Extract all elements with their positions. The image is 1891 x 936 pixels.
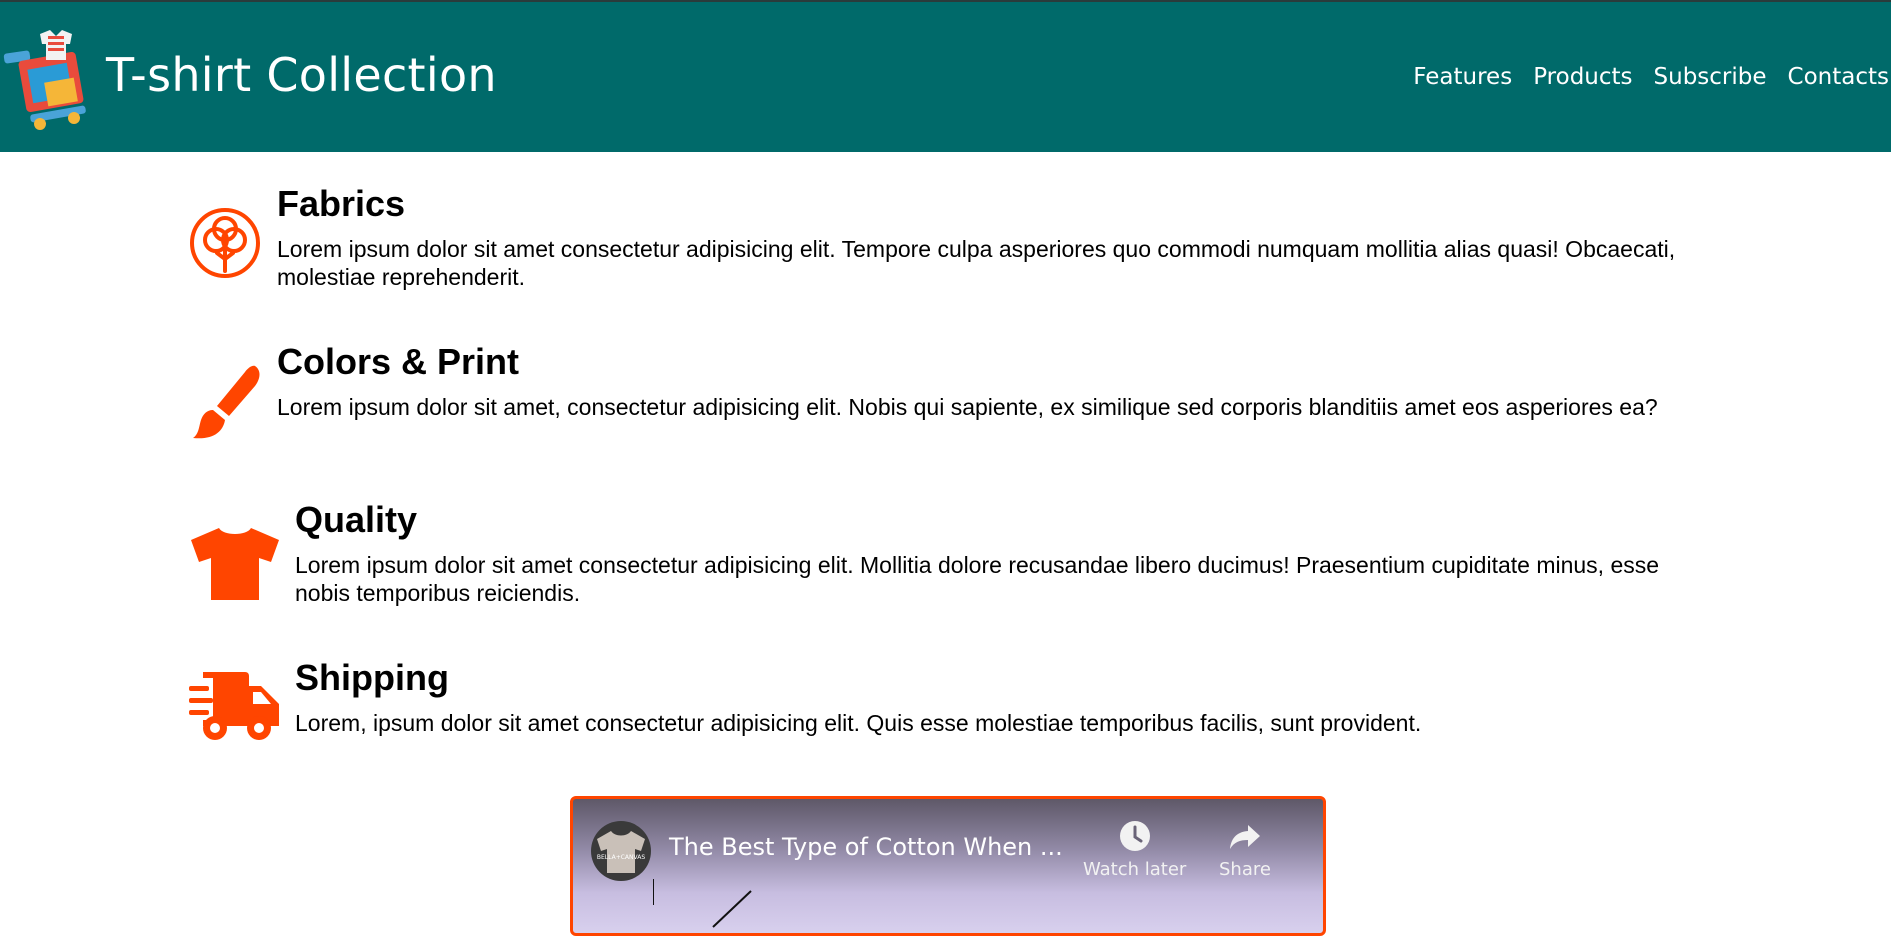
main-nav: Features Products Subscribe Contacts <box>1413 64 1889 90</box>
nav-link-features[interactable]: Features <box>1413 64 1512 90</box>
share-label: Share <box>1219 859 1271 880</box>
feature-title: Colors & Print <box>277 341 520 382</box>
share-button[interactable]: Share <box>1219 819 1271 880</box>
share-icon <box>1229 825 1260 849</box>
feature-description: Lorem ipsum dolor sit amet consectetur a… <box>295 552 1660 606</box>
video-thumbnail-lines <box>653 879 752 928</box>
nav-link-subscribe[interactable]: Subscribe <box>1654 64 1767 90</box>
feature-description: Lorem ipsum dolor sit amet consectetur a… <box>277 236 1676 290</box>
nav-link-products[interactable]: Products <box>1533 64 1632 90</box>
clock-icon <box>1119 821 1150 851</box>
shipping-truck-icon <box>189 668 281 742</box>
feature-title: Quality <box>295 499 418 540</box>
paintbrush-icon <box>189 364 263 439</box>
feature-title: Fabrics <box>277 183 406 224</box>
feature-description: Lorem ipsum dolor sit amet, consectetur … <box>277 394 1658 420</box>
video-embed[interactable]: BELLA+CANVAS The Best Type of Cotton Whe… <box>570 796 1326 936</box>
channel-avatar[interactable]: BELLA+CANVAS <box>591 821 651 881</box>
watch-later-button[interactable]: Watch later <box>1083 819 1186 880</box>
cotton-flower-icon <box>189 207 263 281</box>
nav-link-contacts[interactable]: Contacts <box>1788 64 1889 90</box>
video-title[interactable]: The Best Type of Cotton When ... <box>669 833 1063 861</box>
site-header: T-shirt Collection Features Products Sub… <box>0 0 1891 152</box>
tshirt-cart-logo[interactable] <box>0 26 108 134</box>
tshirt-icon <box>189 526 281 600</box>
feature-title: Shipping <box>295 657 449 698</box>
watch-later-label: Watch later <box>1083 859 1187 880</box>
channel-avatar-text: BELLA+CANVAS <box>597 854 645 861</box>
feature-description: Lorem, ipsum dolor sit amet consectetur … <box>295 710 1422 736</box>
site-title: T-shirt Collection <box>106 48 497 102</box>
